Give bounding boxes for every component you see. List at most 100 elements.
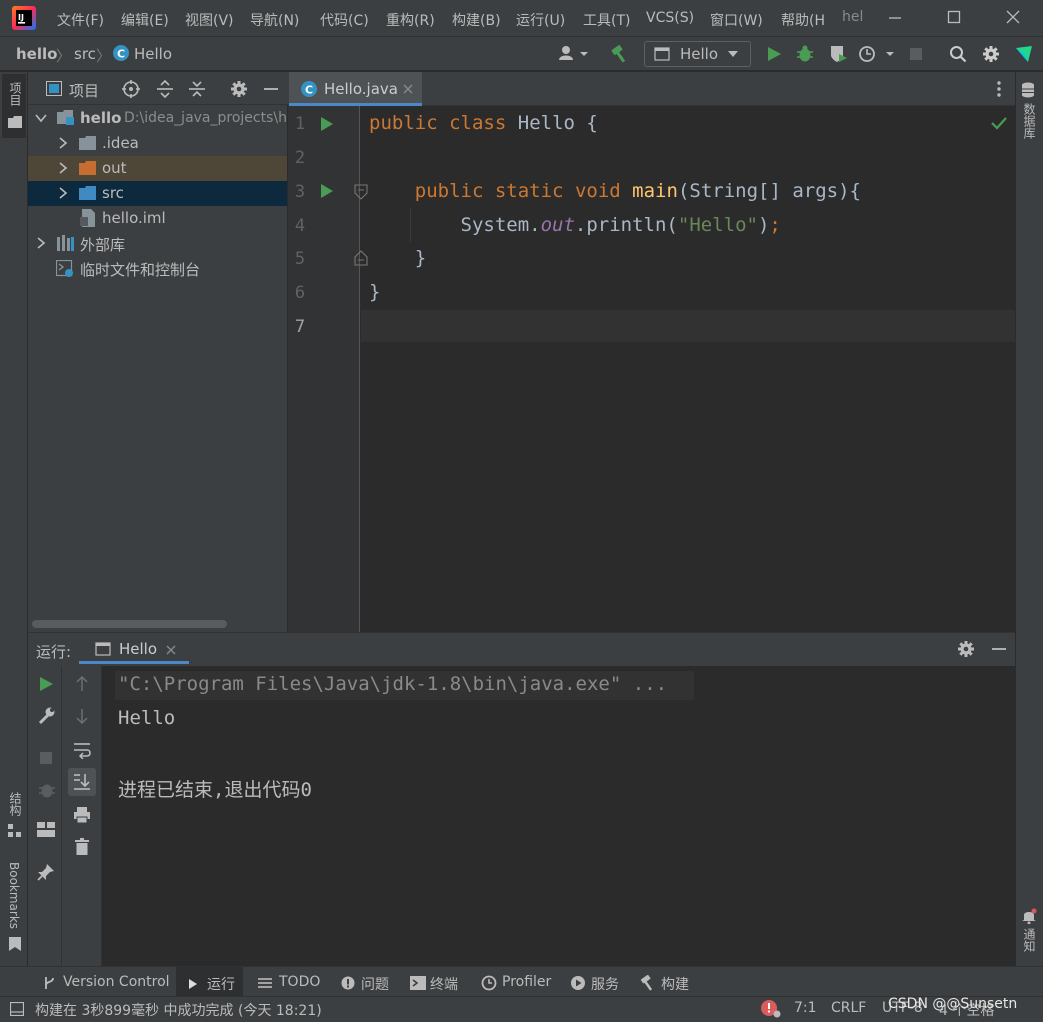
chevron-down-icon[interactable] [35,112,47,124]
stop-icon[interactable] [909,47,923,61]
project-settings-gear-icon[interactable] [230,80,248,98]
soft-wrap-icon[interactable] [73,741,91,759]
menu-help[interactable]: 帮助(H [781,10,825,30]
select-opened-file-icon[interactable] [122,80,140,98]
pin-icon[interactable] [37,863,55,881]
menu-navigate[interactable]: 导航(N) [250,10,299,30]
hide-panel-icon[interactable] [262,80,280,98]
tool-window-terminal[interactable]: 终端 [430,974,458,994]
tool-window-todo[interactable]: TODO [279,974,320,990]
breadcrumb-file[interactable]: Hello [134,45,172,63]
run-gutter-icon[interactable] [320,116,334,132]
tool-window-run[interactable]: 运行 [207,974,235,994]
terminal-icon [410,976,426,990]
stripe-structure-label[interactable]: 结构 [7,792,24,816]
menu-vcs[interactable]: VCS(S) [646,10,694,26]
close-icon[interactable] [1004,8,1022,26]
close-tab-icon[interactable] [166,645,176,655]
chevron-right-icon[interactable] [57,137,69,149]
menu-run[interactable]: 运行(U) [516,10,565,30]
project-panel-title[interactable]: 项目 [69,80,99,101]
settings-gear-icon[interactable] [982,45,1000,63]
expand-all-icon[interactable] [156,80,174,98]
more-options-icon[interactable] [996,80,1002,98]
stop-icon[interactable] [39,751,53,765]
run-icon[interactable] [766,46,782,62]
error-indicator-icon[interactable] [760,999,784,1019]
menu-edit[interactable]: 编辑(E) [121,10,169,30]
java-class-icon: C [112,44,130,62]
folder-icon [79,136,97,150]
arrow-down-icon[interactable] [74,708,90,724]
fold-icon[interactable] [354,184,368,200]
search-icon[interactable] [949,45,967,63]
excluded-folder-icon [79,161,97,175]
collapse-all-icon[interactable] [188,80,206,98]
run-icon [188,978,198,990]
user-icon[interactable] [558,44,588,62]
status-caret-position[interactable]: 7:1 [794,1000,817,1016]
horizontal-scrollbar[interactable] [32,620,227,628]
tool-window-build[interactable]: 构建 [661,974,689,994]
status-line-separator[interactable]: CRLF [831,1000,866,1016]
iml-file-icon [80,209,96,227]
debug-disabled-icon[interactable] [37,780,57,800]
line-number: 4 [294,216,306,236]
todo-list-icon [258,977,272,989]
menu-code[interactable]: 代码(C) [320,10,369,30]
console-command-line[interactable]: "C:\Program Files\Java\jdk-1.8\bin\java.… [118,673,667,695]
tool-window-profiler[interactable]: Profiler [502,974,551,990]
menu-file[interactable]: 文件(F) [57,10,104,30]
breadcrumb-project[interactable]: hello [16,45,57,63]
tool-window-version-control[interactable]: Version Control [63,974,170,990]
tree-item-label: hello [80,109,122,127]
run-gutter-icon[interactable] [320,183,334,199]
trash-icon[interactable] [75,838,89,856]
code-line-6: } [369,281,381,303]
toggle-tool-windows-icon[interactable] [10,1002,24,1016]
tool-window-services[interactable]: 服务 [591,974,619,994]
breadcrumb-folder[interactable]: src [74,45,96,63]
editor-tab-label: Hello.java [324,80,398,98]
fold-icon[interactable] [354,250,368,266]
line-number: 3 [294,182,306,202]
arrow-up-icon[interactable] [74,676,90,692]
tool-window-problems[interactable]: 问题 [361,974,389,994]
minimize-icon[interactable] [886,8,904,26]
layout-icon[interactable] [37,822,55,838]
run-settings-gear-icon[interactable] [957,640,975,658]
stripe-notifications-label[interactable]: 通知 [1021,928,1038,952]
folder-icon [8,116,22,128]
console-output-line: Hello [118,707,176,729]
chevron-right-icon[interactable] [57,162,69,174]
hide-panel-icon[interactable] [990,640,1008,658]
stripe-database-label[interactable]: 数据库 [1021,103,1038,139]
chevron-right-icon[interactable] [57,187,69,199]
menu-tools[interactable]: 工具(T) [583,10,630,30]
console-exit-line: 进程已结束,退出代码0 [118,779,312,801]
close-tab-icon[interactable] [403,84,413,94]
menu-window[interactable]: 窗口(W) [710,10,763,30]
inspection-ok-icon[interactable] [991,116,1007,130]
coverage-icon[interactable] [828,44,848,64]
menu-build[interactable]: 构建(B) [452,10,501,30]
debug-icon[interactable] [795,44,815,64]
version-control-icon [42,976,56,990]
code-line-4: System.out.println("Hello"); [460,214,781,236]
status-message[interactable]: 构建在 3秒899毫秒 中成功完成 (今天 18:21) [35,1000,322,1020]
menu-refactor[interactable]: 重构(R) [386,10,435,30]
profile-run-icon[interactable] [858,44,898,64]
maximize-icon[interactable] [945,8,963,26]
rerun-icon[interactable] [38,676,54,692]
chevron-right-icon[interactable] [35,237,47,249]
build-hammer-icon[interactable] [610,44,630,64]
intellij-logo-icon[interactable]: IJ [12,6,36,30]
menu-view[interactable]: 视图(V) [185,10,234,30]
toolbox-app-icon[interactable] [1014,44,1034,64]
print-icon[interactable] [73,806,91,824]
stripe-bookmarks-label[interactable]: Bookmarks [7,862,21,929]
run-config-icon [654,47,670,61]
right-tool-stripe [1015,72,1043,966]
console-output[interactable] [102,666,1015,966]
wrench-icon[interactable] [37,707,55,725]
